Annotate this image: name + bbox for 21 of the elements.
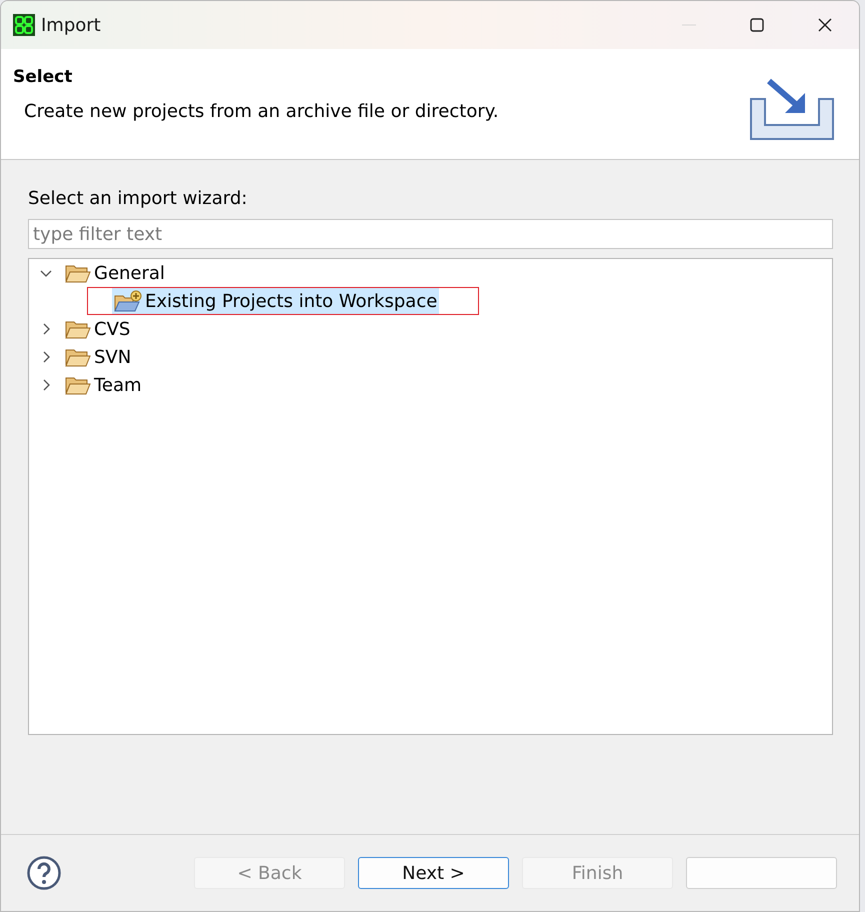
maximize-icon[interactable] — [750, 18, 764, 32]
folder-icon — [65, 319, 91, 339]
tree-item[interactable]: CVS — [63, 316, 132, 342]
app-icon — [13, 14, 35, 36]
import-tray-icon — [749, 77, 835, 141]
tree-item[interactable]: SVN — [63, 344, 134, 370]
tree-item[interactable]: General — [63, 260, 167, 286]
folder-plus-icon — [114, 290, 142, 312]
folder-icon — [65, 375, 91, 395]
tree-item[interactable]: Existing Projects into Workspace — [112, 288, 440, 314]
close-icon[interactable] — [818, 18, 832, 32]
help-icon[interactable] — [27, 856, 61, 890]
window-title: Import — [41, 14, 102, 36]
filter-field[interactable]: type filter text — [28, 219, 833, 249]
wizard-button[interactable]: Next > — [358, 857, 509, 889]
page-description: Create new projects from an archive file or directory. — [24, 101, 499, 122]
folder-icon — [65, 347, 91, 367]
page-title: Select — [13, 67, 74, 87]
wizard-label: Select an import wizard: — [28, 188, 248, 209]
tree-item[interactable]: Team — [63, 372, 144, 398]
folder-icon — [65, 263, 91, 283]
